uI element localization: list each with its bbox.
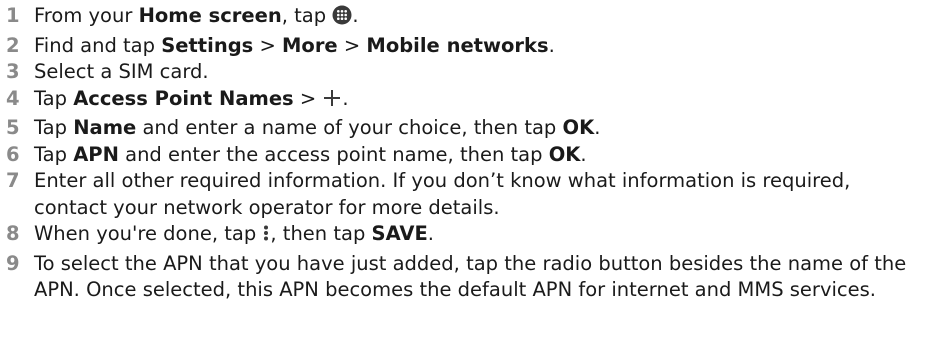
apn-label: APN <box>73 142 119 166</box>
step-2: 2 Find and tap Settings > More > Mobile … <box>0 33 935 60</box>
step-number: 5 <box>6 116 20 139</box>
ok-label: OK <box>562 116 595 139</box>
access-point-names-label: Access Point Names <box>73 86 294 110</box>
step-number: 8 <box>6 222 20 245</box>
step-text: Enter all other required information. If… <box>34 169 851 219</box>
step-9: 9 To select the APN that you have just a… <box>0 251 935 304</box>
more-label: More <box>282 33 338 57</box>
step-4: 4 Tap Access Point Names > . <box>0 86 935 116</box>
step-5: 5 Tap Name and enter a name of your choi… <box>0 115 935 142</box>
step-7: 7 Enter all other required information. … <box>0 168 935 221</box>
step-text: Tap APN and enter the access point name,… <box>34 142 587 166</box>
step-1: 1 From your Home screen, tap . <box>0 3 935 33</box>
step-text: Select a SIM card. <box>34 60 209 83</box>
step-3: 3 Select a SIM card. <box>0 59 935 86</box>
step-number: 6 <box>6 142 20 166</box>
ok-label: OK <box>548 142 581 166</box>
step-text: When you're done, tap , then tap SAVE. <box>34 221 935 251</box>
settings-label: Settings <box>161 33 254 57</box>
step-number: 4 <box>6 86 20 110</box>
save-label: SAVE <box>371 222 428 245</box>
step-number: 1 <box>6 4 20 27</box>
apps-grid-icon <box>332 5 352 33</box>
step-text: To select the APN that you have just add… <box>34 251 907 302</box>
mobile-networks-label: Mobile networks <box>366 33 549 57</box>
step-text: Tap Name and enter a name of your choice… <box>34 116 601 139</box>
step-number: 3 <box>6 60 20 83</box>
step-8: 8 When you're done, tap , then tap SAVE. <box>0 221 935 251</box>
plus-icon <box>322 88 342 116</box>
step-text: From your Home screen, tap . <box>34 3 935 33</box>
step-text: Find and tap Settings > More > Mobile ne… <box>34 33 555 57</box>
step-number: 7 <box>6 169 20 192</box>
instruction-steps: 1 From your Home screen, tap . 2 Find an… <box>0 0 935 304</box>
step-number: 9 <box>6 251 20 275</box>
step-text: Tap Access Point Names > . <box>34 86 935 116</box>
step-6: 6 Tap APN and enter the access point nam… <box>0 142 935 169</box>
home-screen-label: Home screen <box>138 4 282 27</box>
step-number: 2 <box>6 33 20 57</box>
name-label: Name <box>73 116 137 139</box>
